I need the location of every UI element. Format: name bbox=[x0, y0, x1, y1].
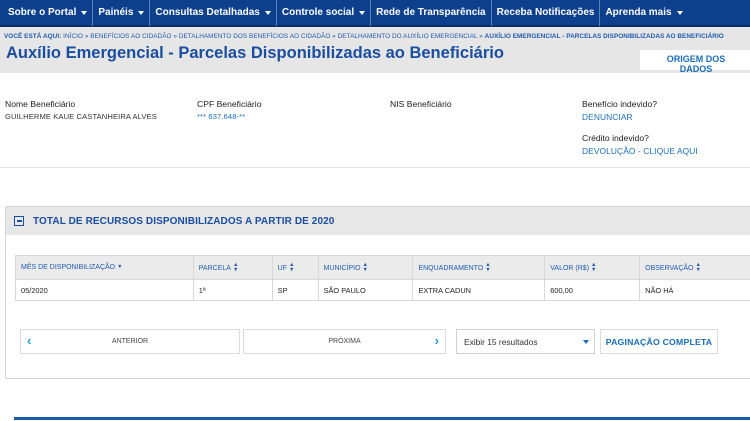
sort-icon: ▲ ▼ bbox=[362, 261, 368, 273]
cell-enquadramento: EXTRA CADUN bbox=[412, 279, 546, 301]
nav-label: Controle social bbox=[281, 7, 355, 18]
breadcrumb-separator: » bbox=[173, 33, 177, 40]
chevron-down-icon bbox=[81, 10, 88, 15]
nav-label: Consultas Detalhadas bbox=[155, 7, 260, 18]
column-label: OBSERVAÇÃO bbox=[645, 264, 694, 272]
field-nome: Nome Beneficiário GUILHERME KAUE CASTANH… bbox=[5, 99, 157, 121]
cell-mes: 05/2020 bbox=[15, 279, 194, 301]
previous-button[interactable]: ‹ ANTERIOR bbox=[20, 329, 240, 354]
breadcrumb-item[interactable]: DETALHAMENTO DO AUXÍLIO EMERGENCIAL bbox=[338, 33, 478, 40]
origem-dos-dados-button[interactable]: ORIGEM DOS DADOS bbox=[640, 50, 750, 74]
column-header-valor[interactable]: VALOR (R$) ▲ ▼ bbox=[544, 255, 641, 280]
chevron-down-icon bbox=[359, 10, 366, 15]
breadcrumb-label: VOCÊ ESTÁ AQUI: bbox=[4, 33, 62, 40]
sort-icon: ▲ ▼ bbox=[485, 261, 491, 273]
title-strip: VOCÊ ESTÁ AQUI: INÍCIO » BENEFÍCIOS AO C… bbox=[0, 27, 750, 74]
nav-sobre-o-portal[interactable]: Sobre o Portal bbox=[3, 0, 94, 26]
nav-label: Receba Notificações bbox=[496, 7, 595, 18]
chevron-down-icon bbox=[583, 340, 589, 344]
field-beneficio-indevido: Benefício indevido? DENUNCIAR bbox=[582, 99, 657, 122]
panel-title: TOTAL DE RECURSOS DISPONIBILIZADOS A PAR… bbox=[33, 215, 335, 227]
field-credito-indevido: Crédito indevido? DEVOLUÇÃO - CLIQUE AQU… bbox=[582, 133, 698, 156]
breadcrumb-item[interactable]: DETALHAMENTO DOS BENEFÍCIOS AO CIDADÃO bbox=[179, 33, 331, 40]
page-size-select[interactable]: Exibir 15 resultados bbox=[456, 329, 595, 354]
column-label: MÊS DE DISPONIBILIZAÇÃO bbox=[21, 264, 116, 271]
sort-icon: ▲ ▼ bbox=[232, 261, 239, 273]
column-label: PARCELA bbox=[198, 264, 231, 272]
column-header-mes[interactable]: MÊS DE DISPONIBILIZAÇÃO ▼ bbox=[15, 255, 194, 280]
pagination-controls: ‹ ANTERIOR PRÓXIMA › bbox=[20, 329, 446, 354]
field-label: Nome Beneficiário bbox=[5, 99, 76, 109]
table-header-row: MÊS DE DISPONIBILIZAÇÃO ▼ PARCELA ▲ ▼ UF ▲ ▼ … bbox=[15, 255, 750, 280]
field-label: NIS Beneficiário bbox=[390, 99, 452, 109]
nav-controle-social[interactable]: Controle social bbox=[277, 0, 372, 26]
column-header-municipio[interactable]: MUNICÍPIO ▲ ▼ bbox=[317, 255, 414, 280]
column-header-uf[interactable]: UF ▲ ▼ bbox=[271, 255, 319, 280]
sort-icon: ▲ ▼ bbox=[289, 261, 295, 273]
chevron-down-icon bbox=[138, 10, 145, 15]
field-label: CPF Beneficiário bbox=[197, 99, 262, 109]
sort-icon: ▲ ▼ bbox=[695, 261, 701, 273]
nav-rede-de-transparencia[interactable]: Rede de Transparência bbox=[371, 0, 492, 26]
nav-paineis[interactable]: Painéis bbox=[93, 0, 151, 26]
footer-divider bbox=[14, 417, 750, 420]
column-label: ENQUADRAMENTO bbox=[418, 264, 484, 272]
column-header-enquadramento[interactable]: ENQUADRAMENTO ▲ ▼ bbox=[412, 255, 546, 280]
field-value: GUILHERME KAUE CASTANHEIRA ALVES bbox=[5, 112, 157, 121]
breadcrumb-separator: » bbox=[84, 33, 89, 40]
next-button[interactable]: PRÓXIMA › bbox=[243, 329, 446, 354]
breadcrumb-separator: » bbox=[332, 33, 336, 40]
chevron-down-icon bbox=[676, 10, 683, 15]
cell-parcela: 1ª bbox=[192, 279, 273, 301]
devolucao-link[interactable]: DEVOLUÇÃO - CLIQUE AQUI bbox=[582, 146, 698, 156]
chevron-right-icon: › bbox=[434, 333, 439, 348]
column-label: MUNICÍPIO bbox=[323, 264, 361, 272]
results-table: MÊS DE DISPONIBILIZAÇÃO ▼ PARCELA ▲ ▼ UF ▲ ▼ … bbox=[15, 255, 750, 301]
column-label: VALOR (R$) bbox=[550, 264, 590, 272]
nav-consultas-detalhadas[interactable]: Consultas Detalhadas bbox=[150, 0, 277, 26]
next-label: PRÓXIMA bbox=[328, 338, 361, 345]
paginacao-completa-button[interactable]: PAGINAÇÃO COMPLETA bbox=[600, 329, 718, 354]
previous-label: ANTERIOR bbox=[111, 338, 149, 345]
breadcrumb: VOCÊ ESTÁ AQUI: INÍCIO » BENEFÍCIOS AO C… bbox=[4, 27, 750, 40]
cell-valor: 600,00 bbox=[544, 279, 641, 301]
breadcrumb-item[interactable]: INÍCIO bbox=[63, 33, 83, 40]
field-label: Crédito indevido? bbox=[582, 133, 649, 143]
panel-header[interactable]: TOTAL DE RECURSOS DISPONIBILIZADOS A PAR… bbox=[6, 207, 750, 235]
field-cpf: CPF Beneficiário *** 637.648-** bbox=[197, 99, 261, 121]
denunciar-link[interactable]: DENUNCIAR bbox=[582, 112, 657, 122]
top-navigation: Sobre o Portal Painéis Consultas Detalha… bbox=[0, 0, 750, 27]
field-label: Benefício indevido? bbox=[582, 99, 658, 109]
column-label: UF bbox=[277, 264, 287, 272]
column-header-observacao[interactable]: OBSERVAÇÃO ▲ ▼ bbox=[639, 255, 750, 280]
column-header-parcela[interactable]: PARCELA ▲ ▼ bbox=[192, 255, 273, 280]
beneficiary-info: Nome Beneficiário GUILHERME KAUE CASTANH… bbox=[0, 73, 750, 168]
cell-municipio: SÃO PAULO bbox=[317, 279, 414, 301]
nav-label: Painéis bbox=[98, 7, 134, 18]
nav-label: Aprenda mais bbox=[605, 7, 672, 18]
cell-uf: SP bbox=[271, 279, 319, 301]
breadcrumb-separator: » bbox=[479, 33, 483, 40]
chevron-left-icon: ‹ bbox=[27, 333, 32, 348]
page-size-value: Exibir 15 resultados bbox=[464, 336, 538, 347]
sort-icon: ▲ ▼ bbox=[591, 261, 597, 273]
nav-aprenda-mais[interactable]: Aprenda mais bbox=[600, 0, 687, 26]
collapse-icon[interactable] bbox=[14, 216, 24, 226]
nav-label: Rede de Transparência bbox=[376, 7, 486, 18]
breadcrumb-item[interactable]: BENEFÍCIOS AO CIDADÃO bbox=[90, 33, 171, 40]
chevron-down-icon bbox=[264, 10, 271, 15]
nav-label: Sobre o Portal bbox=[8, 7, 77, 18]
cell-observacao: NÃO HÁ bbox=[639, 279, 750, 301]
breadcrumb-current: AUXÍLIO EMERGENCIAL - PARCELAS DISPONIBI… bbox=[484, 33, 724, 40]
nav-receba-notificacoes[interactable]: Receba Notificações bbox=[492, 0, 601, 26]
field-value: *** 637.648-** bbox=[197, 112, 246, 121]
page-title: Auxílio Emergencial - Parcelas Disponibi… bbox=[6, 44, 504, 62]
sort-desc-icon: ▼ bbox=[117, 263, 123, 270]
resources-panel: TOTAL DE RECURSOS DISPONIBILIZADOS A PAR… bbox=[5, 206, 750, 379]
field-nis: NIS Beneficiário bbox=[390, 99, 452, 109]
table-row: 05/2020 1ª SP SÃO PAULO EXTRA CADUN 600,… bbox=[15, 279, 750, 301]
